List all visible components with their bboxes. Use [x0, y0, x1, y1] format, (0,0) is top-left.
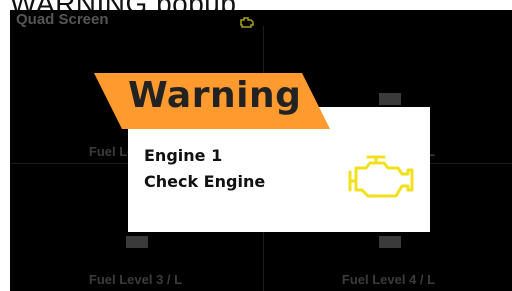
screen-title: Quad Screen	[16, 11, 109, 28]
warning-banner: Warning	[94, 73, 330, 129]
fuel-label-3: Fuel Level 3 / L	[88, 272, 183, 287]
check-engine-icon	[348, 155, 414, 198]
fuel-gauge-4	[379, 236, 401, 248]
fuel-gauge-2	[379, 93, 401, 105]
fuel-label-4: Fuel Level 4 / L	[341, 272, 436, 287]
popup-message: Check Engine	[144, 172, 266, 191]
popup-engine-label: Engine 1	[144, 146, 223, 165]
check-engine-icon	[240, 17, 254, 28]
fuel-gauge-3	[126, 236, 148, 248]
popup-title: Warning	[128, 75, 302, 116]
